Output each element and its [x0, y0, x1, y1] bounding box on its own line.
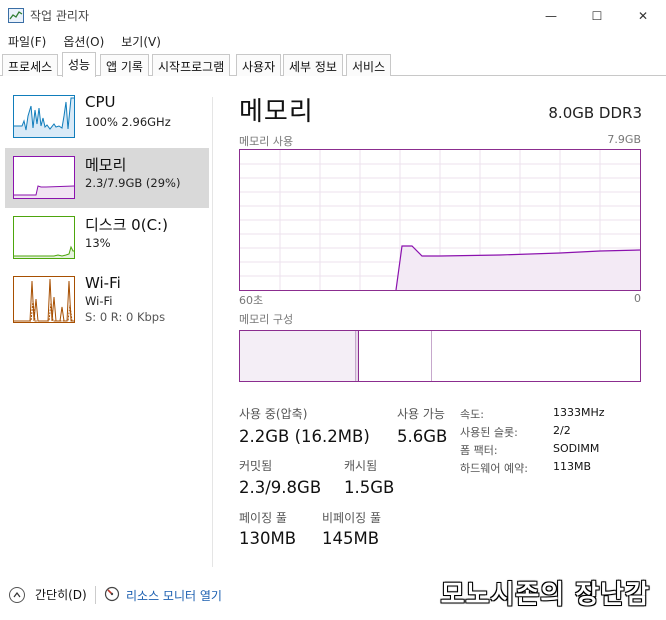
tab-services[interactable]: 서비스 [346, 54, 392, 76]
available-label: 사용 가능 [397, 407, 445, 421]
committed-label: 커밋됨 [239, 459, 273, 473]
wifi-graph-icon [13, 276, 75, 323]
sidebar-item-label: CPU [85, 93, 116, 111]
tab-performance[interactable]: 성능 [62, 52, 97, 77]
watermark-text: 모노시존의 장난감 [440, 580, 650, 610]
in-use-value: 2.2GB (16.2MB) [239, 427, 370, 446]
minimize-button[interactable]: — [528, 0, 574, 31]
available-value: 5.6GB [397, 427, 448, 446]
nonpaged-pool-value: 145MB [322, 529, 380, 548]
committed-value: 2.3/9.8GB [239, 478, 322, 497]
composition-standby [431, 331, 432, 381]
memory-detail-pane: 메모리 8.0GB DDR3 메모리 사용 7.9GB 60초 0 메모리 구성… [230, 77, 660, 574]
usage-graph-max: 7.9GB [607, 133, 641, 146]
slots-value: 2/2 [553, 424, 571, 437]
bottom-bar: 간단히(D) 리소스 모니터 열기 모노시존의 장난감 [0, 574, 666, 620]
resource-monitor-icon [104, 586, 120, 605]
fewer-details-button[interactable]: 간단히(D) [9, 586, 87, 603]
memory-usage-graph [239, 149, 641, 291]
memory-spec: 8.0GB DDR3 [548, 104, 642, 122]
tab-details[interactable]: 세부 정보 [283, 54, 343, 76]
menu-options[interactable]: 옵션(O) [55, 31, 113, 53]
memory-composition-bar [239, 330, 641, 382]
form-factor-label: 폼 팩터: [460, 444, 498, 457]
nonpaged-pool-label: 비페이징 풀 [322, 511, 382, 525]
sidebar-item-detail: 2.3/7.9GB (29%) [85, 176, 181, 190]
sidebar-item-detail: 13% [85, 236, 111, 250]
title-bar: 작업 관리자 — ☐ ✕ [0, 0, 666, 31]
fewer-details-label: 간단히(D) [35, 588, 87, 602]
task-manager-icon [8, 8, 24, 23]
sidebar-item-cpu[interactable]: CPU 100% 2.96GHz [5, 93, 209, 153]
sidebar-item-memory[interactable]: 메모리 2.3/7.9GB (29%) [5, 148, 209, 208]
pane-divider [212, 97, 213, 567]
cached-label: 캐시됨 [344, 459, 378, 473]
maximize-icon: ☐ [591, 8, 603, 23]
hardware-reserved-label: 하드웨어 예약: [460, 462, 528, 475]
close-icon: ✕ [637, 8, 649, 23]
tab-app-history[interactable]: 앱 기록 [100, 54, 149, 76]
cached-value: 1.5GB [344, 478, 395, 497]
chevron-up-icon [9, 586, 25, 603]
slots-label: 사용된 슬롯: [460, 426, 518, 439]
sidebar-item-detail: Wi-Fi [85, 294, 113, 308]
sidebar-item-label: 메모리 [85, 156, 127, 174]
memory-graph-icon [13, 156, 75, 199]
in-use-label: 사용 중(압축) [239, 407, 308, 421]
paged-pool-value: 130MB [239, 529, 297, 548]
sidebar-item-wifi[interactable]: Wi-Fi Wi-Fi S: 0 R: 0 Kbps [5, 274, 209, 334]
sidebar-item-detail: 100% 2.96GHz [85, 115, 171, 129]
resource-sidebar: CPU 100% 2.96GHz 메모리 2.3/7.9GB (29%) 디스크… [0, 77, 212, 574]
speed-value: 1333MHz [553, 406, 605, 419]
sidebar-item-throughput: S: 0 R: 0 Kbps [85, 310, 166, 324]
sidebar-item-label: Wi-Fi [85, 274, 121, 292]
bottom-separator [95, 586, 96, 604]
performance-panel: CPU 100% 2.96GHz 메모리 2.3/7.9GB (29%) 디스크… [0, 77, 666, 574]
window-title: 작업 관리자 [30, 9, 90, 23]
hardware-reserved-value: 113MB [553, 460, 592, 473]
menu-view[interactable]: 보기(V) [113, 31, 170, 53]
form-factor-value: SODIMM [553, 442, 600, 455]
tab-startup[interactable]: 시작프로그램 [152, 54, 231, 76]
menu-bar: 파일(F) 옵션(O) 보기(V) [0, 31, 666, 53]
composition-in-use [240, 331, 355, 381]
page-title: 메모리 [239, 97, 314, 127]
composition-modified [355, 331, 359, 381]
maximize-button[interactable]: ☐ [574, 0, 620, 31]
tab-bar: 프로세스 성능 앱 기록 시작프로그램 사용자 세부 정보 서비스 [0, 52, 666, 77]
resource-monitor-label: 리소스 모니터 열기 [126, 589, 222, 603]
composition-label: 메모리 구성 [239, 313, 294, 326]
cpu-graph-icon [13, 95, 75, 138]
usage-graph-label: 메모리 사용 [239, 135, 294, 148]
close-button[interactable]: ✕ [620, 0, 666, 31]
sidebar-item-disk[interactable]: 디스크 0(C:) 13% [5, 214, 209, 274]
graph-time-end: 0 [634, 292, 641, 305]
sidebar-item-label: 디스크 0(C:) [85, 216, 168, 234]
graph-time-start: 60초 [239, 294, 264, 307]
tab-users[interactable]: 사용자 [236, 54, 282, 76]
paged-pool-label: 페이징 풀 [239, 511, 287, 525]
menu-file[interactable]: 파일(F) [0, 31, 55, 53]
tab-processes[interactable]: 프로세스 [2, 54, 59, 76]
disk-graph-icon [13, 216, 75, 259]
open-resource-monitor-link[interactable]: 리소스 모니터 열기 [104, 586, 222, 605]
speed-label: 속도: [460, 408, 484, 421]
minimize-icon: — [545, 8, 557, 23]
